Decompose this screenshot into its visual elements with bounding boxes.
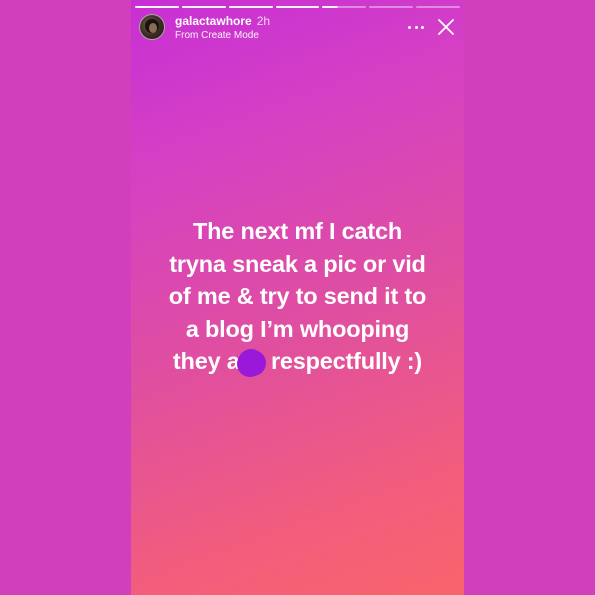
progress-segment — [135, 6, 179, 8]
progress-segment — [369, 6, 414, 8]
progress-segment — [181, 6, 226, 8]
scribble-censor-mark — [237, 349, 264, 375]
caption-line-5-end: respectfully :) — [264, 348, 423, 374]
caption-line-1: The next mf I catch — [192, 218, 403, 244]
story-viewer[interactable]: galactawhore 2h From Create Mode The next… — [131, 0, 464, 595]
avatar-face — [149, 23, 157, 33]
caption-line-2: tryna sneak a pic or vid — [169, 250, 426, 277]
story-source-label[interactable]: From Create Mode — [175, 29, 270, 42]
page-background: galactawhore 2h From Create Mode The next… — [0, 0, 595, 595]
story-header: galactawhore 2h From Create Mode — [139, 14, 458, 42]
more-horizontal-icon — [408, 25, 411, 29]
story-caption: The next mf I catch tryna sneak a pic or… — [131, 215, 464, 378]
progress-segment — [275, 6, 320, 8]
progress-segment-current — [322, 6, 367, 8]
more-horizontal-icon — [414, 25, 418, 29]
progress-segment — [416, 6, 461, 8]
story-progress-bar — [135, 6, 461, 8]
more-horizontal-icon — [421, 25, 424, 29]
story-meta: galactawhore 2h From Create Mode — [175, 14, 270, 42]
caption-line-4: a blog I’m whooping — [185, 315, 410, 342]
close-icon — [438, 19, 454, 35]
user-line: galactawhore 2h — [175, 14, 270, 28]
timestamp: 2h — [256, 14, 271, 28]
username-link[interactable]: galactawhore — [175, 14, 252, 28]
caption-line-5-start: they a — [172, 348, 240, 374]
caption-line-3: of me & try to send it to — [168, 283, 427, 309]
avatar[interactable] — [139, 14, 165, 40]
progress-segment — [228, 6, 273, 8]
caption-line-5: they a respectfully :) — [131, 345, 464, 378]
close-button[interactable] — [436, 17, 456, 37]
more-options-button[interactable] — [408, 21, 424, 33]
